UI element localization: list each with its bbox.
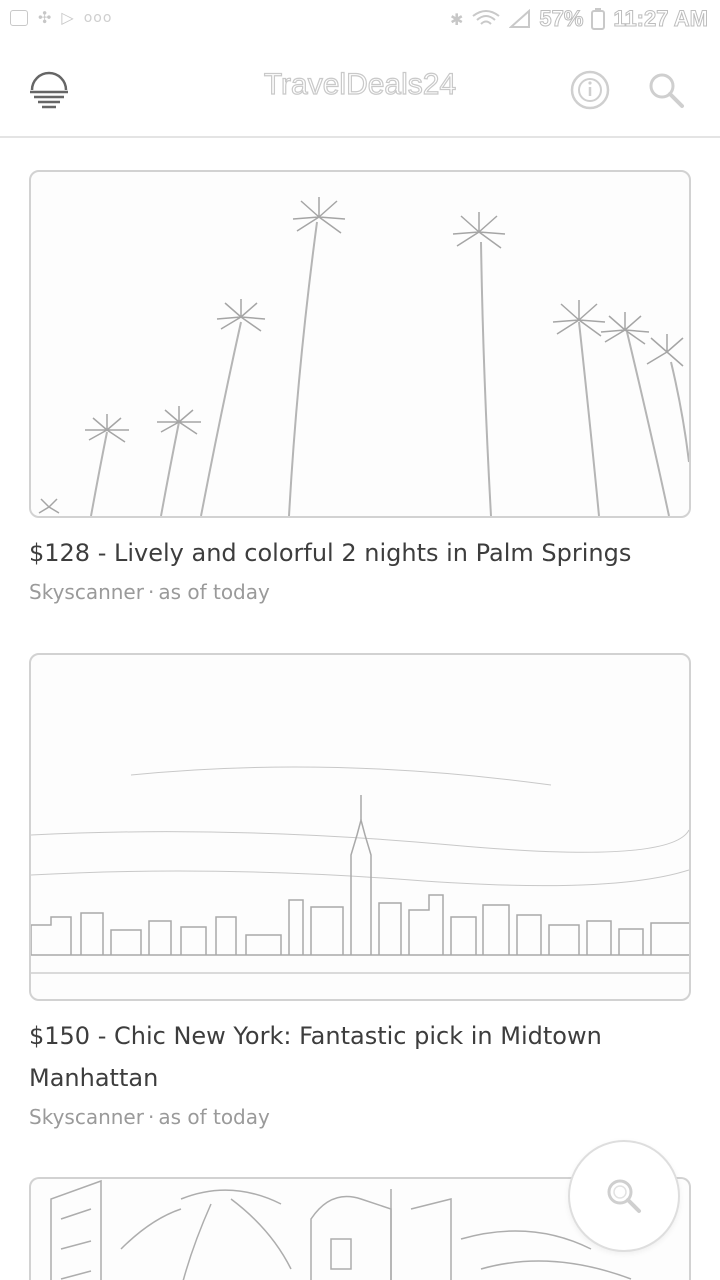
battery-icon bbox=[591, 8, 606, 30]
more-dots-icon: ooo bbox=[83, 9, 113, 26]
bluetooth-icon: ✱ bbox=[449, 9, 464, 29]
search-fab[interactable] bbox=[568, 1140, 680, 1252]
deal-meta: Skyscanner · as of today bbox=[29, 1105, 691, 1129]
clock: 11:27 AM bbox=[613, 6, 709, 32]
play-store-icon: ▷ bbox=[61, 8, 74, 27]
meta-separator: · bbox=[147, 1105, 155, 1129]
app-bar: TravelDeals24 bbox=[0, 40, 720, 138]
status-bar: ✣ ▷ ooo ✱ 57% 11:27 AM bbox=[0, 0, 720, 40]
deal-meta: Skyscanner · as of today bbox=[29, 580, 691, 604]
deal-source: Skyscanner bbox=[29, 580, 144, 604]
info-icon[interactable] bbox=[568, 68, 612, 112]
search-icon[interactable] bbox=[644, 68, 688, 112]
signal-icon bbox=[509, 9, 531, 28]
deal-title[interactable]: $150 - Chic New York: Fantastic pick in … bbox=[29, 1015, 691, 1099]
wifi-icon bbox=[472, 10, 500, 25]
pinwheel-icon: ✣ bbox=[38, 8, 52, 27]
deal-source: Skyscanner bbox=[29, 1105, 144, 1129]
app-title: TravelDeals24 bbox=[263, 67, 457, 101]
deal-title[interactable]: $128 - Lively and colorful 2 nights in P… bbox=[29, 532, 691, 574]
battery-percent: 57% bbox=[539, 6, 584, 32]
deal-date: as of today bbox=[158, 1105, 270, 1129]
deal-date: as of today bbox=[158, 580, 270, 604]
deal-card[interactable]: $128 - Lively and colorful 2 nights in P… bbox=[29, 170, 691, 604]
deal-card[interactable]: $150 - Chic New York: Fantastic pick in … bbox=[29, 653, 691, 1129]
meta-separator: · bbox=[147, 580, 155, 604]
search-icon bbox=[607, 1179, 641, 1213]
notification-icon bbox=[10, 9, 28, 26]
palm-trees-image[interactable] bbox=[29, 170, 691, 518]
new-york-skyline-image[interactable] bbox=[29, 653, 691, 1001]
deals-feed[interactable]: $128 - Lively and colorful 2 nights in P… bbox=[0, 140, 720, 1280]
